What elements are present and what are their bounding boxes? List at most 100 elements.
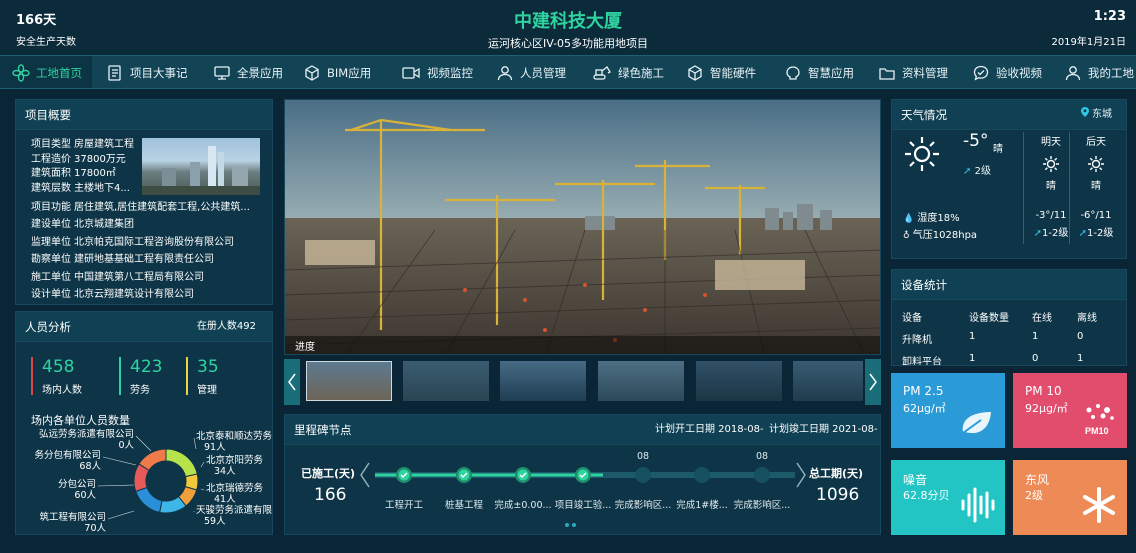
nav-item-mysite[interactable]: 我的工地: [1064, 56, 1134, 88]
row-value: 17800㎡: [74, 168, 116, 179]
video-thumbnail[interactable]: [696, 361, 782, 401]
milestone-next-icon[interactable]: [795, 461, 807, 489]
overview-row: 工程造价 37800万元: [31, 153, 146, 168]
personnel-stat: 35 管理: [186, 357, 219, 396]
current-temp: -5°: [963, 131, 989, 151]
elapsed-days-value: 166: [314, 485, 347, 505]
thumb-prev-button[interactable]: [284, 359, 300, 405]
row-key: 监理单位: [31, 236, 71, 248]
milestone-node[interactable]: [635, 467, 651, 483]
row-value: 北京城建集团: [74, 219, 134, 231]
device-table-header: 在线: [1032, 313, 1052, 324]
row-key: 设计单位: [31, 289, 71, 301]
leader-line: [107, 510, 135, 520]
nav-item-panorama[interactable]: 全景应用: [213, 56, 283, 88]
video-caption-bar: 进度: [285, 336, 880, 354]
segment-value: 0人: [118, 440, 134, 451]
video-player[interactable]: 进度: [284, 99, 881, 355]
nav-item-milestones[interactable]: 项目大事记: [106, 56, 188, 88]
forecast-cond: 晴: [1091, 181, 1101, 192]
wind-arrow-icon: ➚: [1078, 228, 1088, 239]
segment-value: 34人: [214, 466, 236, 477]
env-name: 噪音: [903, 473, 928, 487]
leaf-icon: [957, 406, 997, 442]
segment-label: 筑工程有限公司: [39, 511, 106, 523]
leader-line: [200, 488, 205, 491]
device-table-cell: 1: [969, 353, 976, 364]
panel-header: 天气情况 东城: [892, 100, 1126, 130]
nav-item-hardware[interactable]: 智能硬件: [686, 56, 756, 88]
row-key: 工程造价: [31, 153, 71, 165]
nav-item-docs[interactable]: 资料管理: [878, 56, 948, 88]
env-tile[interactable]: PM 10 92μg/㎡ PM10: [1013, 373, 1127, 448]
total-days-value: 1096: [816, 485, 860, 505]
location[interactable]: 东城: [1080, 100, 1112, 130]
thumb-next-button[interactable]: [865, 359, 881, 405]
brain-icon: [786, 65, 800, 80]
milestone-label: 项目竣工验...: [554, 500, 612, 511]
row-key: 施工单位: [31, 271, 71, 283]
nav-label: 我的工地: [1088, 65, 1134, 80]
video-thumbnail[interactable]: [598, 361, 684, 401]
pager-dot[interactable]: [572, 523, 576, 527]
video-thumbnail[interactable]: [306, 361, 392, 401]
folder-icon: [879, 67, 895, 80]
panel-title: 人员分析: [25, 320, 71, 334]
nav-item-video[interactable]: 视频监控: [401, 56, 473, 88]
nav-item-green[interactable]: 绿色施工: [592, 56, 664, 88]
cube-icon: [305, 64, 319, 81]
humidity: 💧 湿度18%: [903, 209, 960, 224]
row-value: 北京帕克国际工程咨询股份有限公司: [74, 236, 234, 248]
row-value: 建研地基基础工程有限责任公司: [74, 254, 214, 266]
env-tile[interactable]: 东风 2级: [1013, 460, 1127, 535]
env-tile[interactable]: 噪音 62.8分贝: [891, 460, 1005, 535]
env-value: 2级: [1025, 489, 1043, 502]
nav-item-acceptance[interactable]: 验收视频: [972, 56, 1042, 88]
main-nav: 工地首页 项目大事记 全景应用 BIM应用 视频监控 人员管理 绿色施工 智能硬…: [0, 55, 1136, 89]
chart-title: 场内各单位人员数量: [31, 414, 130, 427]
overview-row: 项目类型 房屋建筑工程: [31, 138, 146, 153]
milestone-date: 08: [755, 451, 769, 462]
milestone-prev-icon[interactable]: [359, 461, 371, 489]
overview-rows: 项目功能 居住建筑,居住建筑配套工程,公共建筑... 建设单位 北京城建集团 监理单位北…: [31, 199, 271, 303]
stat-label: 管理: [197, 385, 217, 396]
row-key: 建筑面积: [31, 168, 71, 179]
row-value: 北京云翔建筑设计有限公司: [74, 289, 194, 301]
forecast-cond: 晴: [1046, 181, 1056, 192]
segment-label: 务分包有限公司: [34, 449, 101, 461]
sun-icon: [1088, 156, 1104, 172]
construction-site-image: [285, 100, 880, 354]
segment-label: 北京泰和顺达劳务: [196, 430, 273, 442]
device-table-header: 离线: [1077, 313, 1097, 324]
nav-item-home[interactable]: 工地首页: [0, 56, 92, 88]
overview-row: 施工单位 中国建筑第八工程局有限公司: [31, 269, 271, 286]
nav-item-smart[interactable]: 智慧应用: [784, 56, 854, 88]
video-thumbnail[interactable]: [793, 361, 863, 401]
row-value: 中国建筑第八工程局有限公司: [74, 271, 204, 283]
clock-date: 2019年1月21日: [1051, 37, 1126, 48]
segment-value: 91人: [204, 442, 226, 453]
panel-title: 项目概要: [16, 100, 272, 130]
current-cond: 晴: [993, 144, 1003, 155]
camera-icon: [402, 66, 420, 79]
milestone-node[interactable]: [754, 467, 770, 483]
overview-top-rows: 项目类型 房屋建筑工程 工程造价 37800万元 建筑面积 17800㎡ 建筑层数 主楼地下4…: [31, 138, 146, 196]
donut-segment: [135, 486, 163, 513]
video-thumbnail[interactable]: [403, 361, 489, 401]
video-thumbnail[interactable]: [500, 361, 586, 401]
pager-dot[interactable]: [565, 523, 569, 527]
registered-count: 在册人数492: [196, 321, 256, 332]
panel-header: 里程碑节点 计划开工日期 2018-08- 计划竣工日期 2021-08-: [285, 415, 880, 445]
nav-item-bim[interactable]: BIM应用: [303, 56, 371, 88]
env-tile[interactable]: PM 2.5 62μg/㎡: [891, 373, 1005, 448]
nav-item-personnel[interactable]: 人员管理: [496, 56, 566, 88]
row-key: 建设单位: [31, 219, 71, 231]
env-value: 62μg/㎡: [903, 402, 946, 415]
panel-header: 人员分析 在册人数492: [16, 312, 272, 342]
leader-line: [97, 484, 135, 487]
stat-value: 35: [197, 357, 219, 377]
device-table-header: 设备: [902, 313, 922, 324]
device-table-cell: 1: [1077, 353, 1084, 364]
milestone-node[interactable]: [694, 467, 710, 483]
device-table-cell: 1: [969, 331, 976, 342]
